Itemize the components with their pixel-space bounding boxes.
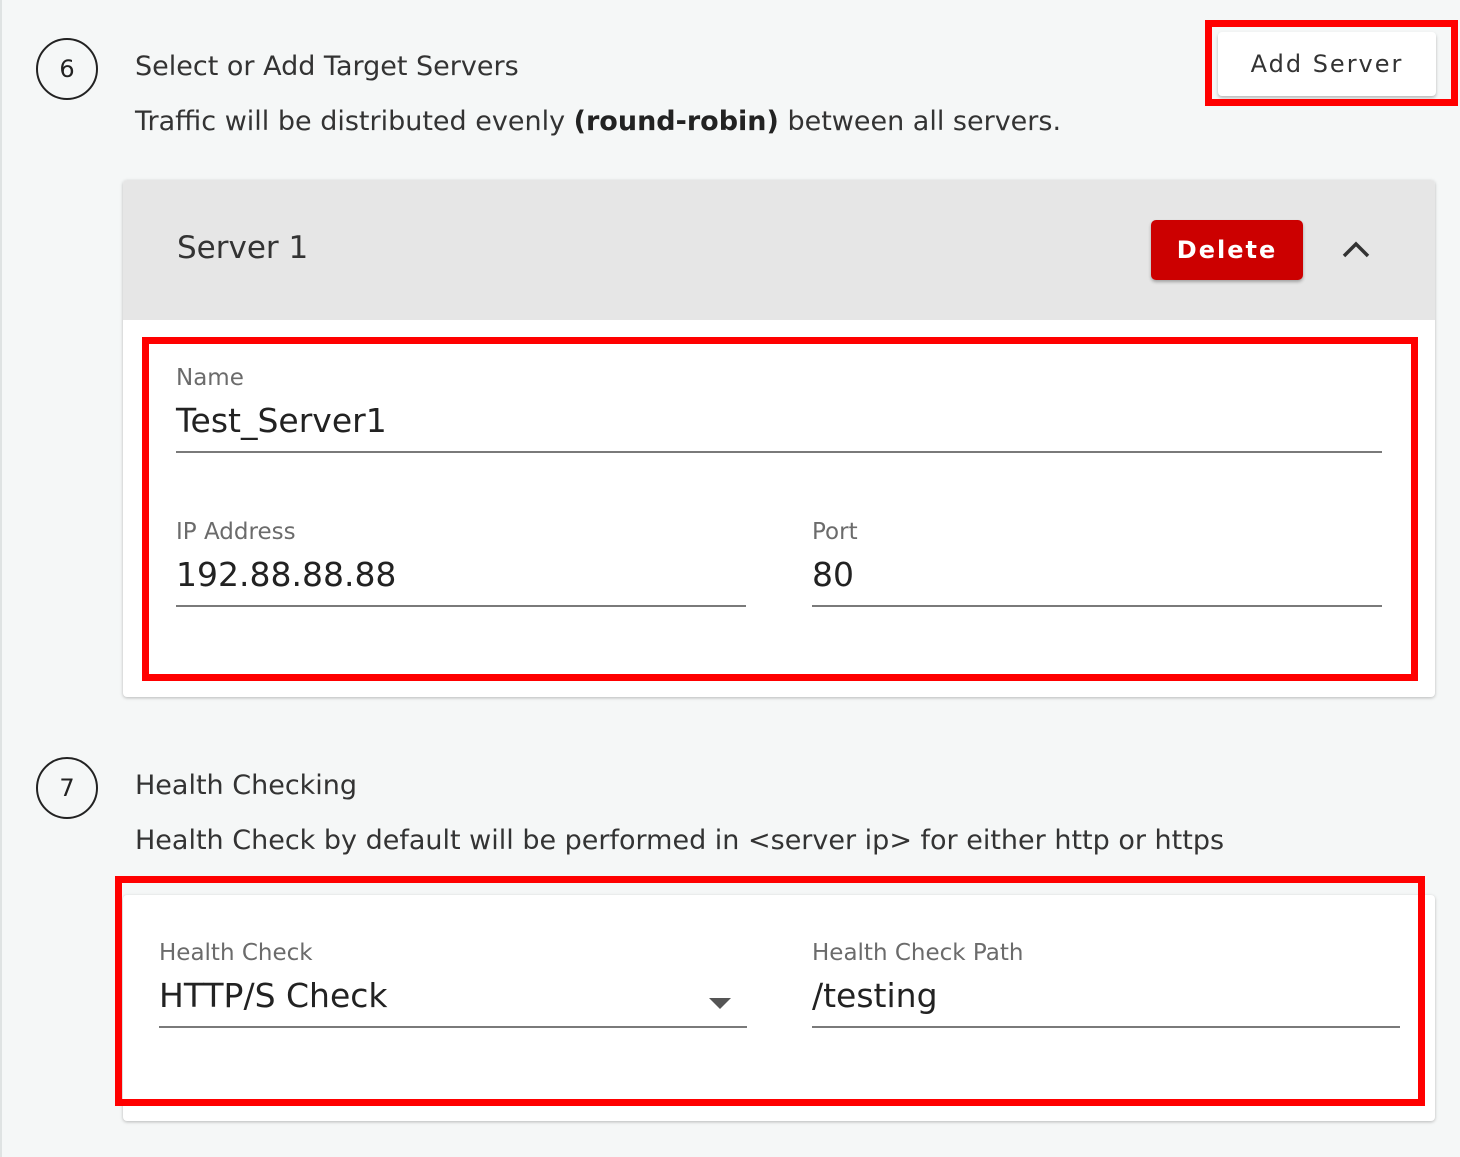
step-6-number: 6 <box>59 55 75 83</box>
health-check-value[interactable]: HTTP/S Check <box>159 972 747 1020</box>
health-check-underline <box>159 1026 747 1028</box>
delete-server-button[interactable]: Delete <box>1151 220 1303 280</box>
server-name-label: Name <box>176 365 244 391</box>
step-6-description: Traffic will be distributed evenly (roun… <box>135 106 1061 137</box>
port-underline <box>812 605 1382 607</box>
server-name-field[interactable]: Name Test_Server1 <box>176 365 1382 453</box>
health-check-path-input[interactable]: /testing <box>812 972 1400 1020</box>
server-1-title: Server 1 <box>177 230 309 266</box>
add-server-button[interactable]: Add Server <box>1218 32 1436 96</box>
server-1-header[interactable]: Server 1 Delete <box>123 180 1435 320</box>
ip-address-input[interactable]: 192.88.88.88 <box>176 551 746 599</box>
server-name-underline <box>176 451 1382 453</box>
step-6-desc-prefix: Traffic will be distributed evenly <box>135 106 574 137</box>
step-6-circle: 6 <box>36 38 98 100</box>
port-input[interactable]: 80 <box>812 551 1382 599</box>
health-check-path-field[interactable]: Health Check Path /testing <box>812 940 1400 1028</box>
step-6-desc-bold: (round-robin) <box>573 106 779 137</box>
health-check-select[interactable]: Health Check HTTP/S Check <box>159 940 747 1028</box>
step-7-circle: 7 <box>36 757 98 819</box>
step-6-title: Select or Add Target Servers <box>135 51 519 82</box>
port-label: Port <box>812 519 858 545</box>
step-7-number: 7 <box>59 774 75 802</box>
health-check-path-underline <box>812 1026 1400 1028</box>
health-check-label: Health Check <box>159 940 313 966</box>
health-check-card: Health Check HTTP/S Check Health Check P… <box>123 895 1435 1121</box>
left-divider <box>0 0 2 1157</box>
ip-address-label: IP Address <box>176 519 296 545</box>
step-7-description: Health Check by default will be performe… <box>135 825 1225 856</box>
ip-address-field[interactable]: IP Address 192.88.88.88 <box>176 519 746 607</box>
chevron-up-icon[interactable] <box>1341 236 1371 262</box>
step-6-desc-suffix: between all servers. <box>778 106 1062 137</box>
server-1-card: Server 1 Delete Name Test_Server1 IP Add… <box>123 180 1435 697</box>
port-field[interactable]: Port 80 <box>812 519 1382 607</box>
dropdown-arrow-icon[interactable] <box>709 998 731 1009</box>
health-check-path-label: Health Check Path <box>812 940 1024 966</box>
step-7-title: Health Checking <box>135 770 358 801</box>
server-name-input[interactable]: Test_Server1 <box>176 397 1382 445</box>
ip-address-underline <box>176 605 746 607</box>
